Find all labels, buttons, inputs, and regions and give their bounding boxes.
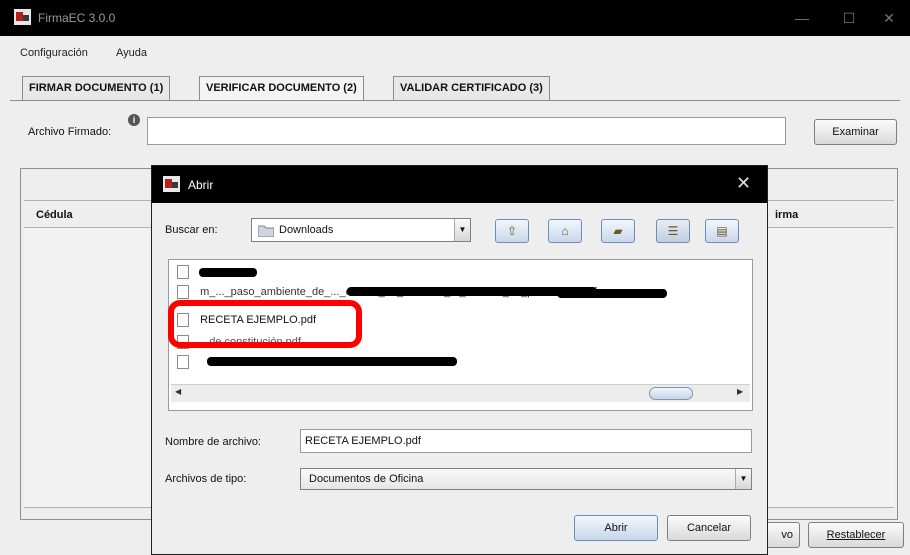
tab-firmar-documento[interactable]: FIRMAR DOCUMENTO (1) [22,76,171,100]
filetype-value: Documentos de Oficina [309,473,424,485]
menu-ayuda[interactable]: Ayuda [116,47,147,59]
list-item[interactable] [177,352,457,372]
archivo-firmado-input[interactable] [147,117,786,145]
column-firma[interactable]: irma [775,209,798,221]
annotation-highlight-box [168,300,362,348]
list-view-icon: ☰ [667,224,679,238]
new-folder-icon: ▰ [613,224,623,238]
filename-input[interactable]: RECETA EJEMPLO.pdf [300,429,752,453]
list-item[interactable]: m_..._paso_ambiente_de_..._control_de_ca… [177,282,747,302]
look-in-combo[interactable]: Downloads ▼ [251,218,471,242]
app-logo-icon [14,9,31,25]
new-folder-button[interactable]: ▰ [601,219,635,243]
filetype-combo[interactable]: Documentos de Oficina ▼ [300,468,752,490]
redaction-mark [207,357,457,366]
abrir-button[interactable]: Abrir [574,515,658,541]
column-cedula[interactable]: Cédula [36,209,73,221]
window-title: FirmaEC 3.0.0 [38,11,116,25]
open-file-dialog: Abrir ✕ Buscar en: Downloads ▼ ⇧ ⌂ ▰ ☰ ▤… [151,165,768,555]
buscar-en-label: Buscar en: [165,224,218,236]
close-window-button[interactable]: ✕ [875,6,903,30]
menu-configuracion[interactable]: Configuración [20,47,88,59]
filename-label: Nombre de archivo: [165,436,261,448]
folder-icon [258,225,274,237]
home-icon: ⌂ [561,224,569,238]
filetype-label: Archivos de tipo: [165,473,247,485]
scroll-right-icon[interactable]: ▶ [737,387,743,396]
scrollbar-thumb[interactable] [649,387,693,400]
tab-validar-certificado[interactable]: VALIDAR CERTIFICADO (3) [393,76,550,100]
look-in-value: Downloads [279,224,334,236]
document-icon [177,285,189,300]
list-item[interactable] [177,262,257,282]
dialog-title: Abrir [188,178,214,192]
details-view-button[interactable]: ▤ [705,219,739,243]
up-folder-icon: ⇧ [506,224,518,238]
examinar-button[interactable]: Examinar [814,119,897,145]
menu-bar: Configuración Ayuda [0,36,910,68]
details-view-icon: ▤ [716,224,728,238]
redaction-mark [199,268,257,277]
archivo-firmado-label: Archivo Firmado: [28,126,112,138]
restablecer-button[interactable]: Restablecer [808,522,904,548]
minimize-button[interactable]: — [788,6,816,30]
maximize-button[interactable]: ☐ [835,6,863,30]
tab-verificar-documento[interactable]: VERIFICAR DOCUMENTO (2) [199,76,364,100]
up-folder-button[interactable]: ⇧ [495,219,529,243]
home-button[interactable]: ⌂ [548,219,582,243]
horizontal-scrollbar[interactable]: ◀ ▶ [171,384,750,402]
dialog-titlebar: Abrir ✕ [152,166,767,203]
app-titlebar: FirmaEC 3.0.0 — ☐ ✕ [0,0,910,36]
chevron-down-icon[interactable]: ▼ [735,469,751,489]
cancelar-button[interactable]: Cancelar [667,515,751,541]
info-icon: i [128,114,140,126]
dialog-app-icon [163,176,180,192]
tab-divider [10,100,900,101]
chevron-down-icon[interactable]: ▼ [454,219,470,241]
dialog-close-icon[interactable]: ✕ [736,174,751,192]
list-view-button[interactable]: ☰ [656,219,690,243]
redaction-mark [557,289,667,298]
document-icon [177,355,189,370]
document-icon [177,265,189,280]
scroll-left-icon[interactable]: ◀ [175,387,181,396]
